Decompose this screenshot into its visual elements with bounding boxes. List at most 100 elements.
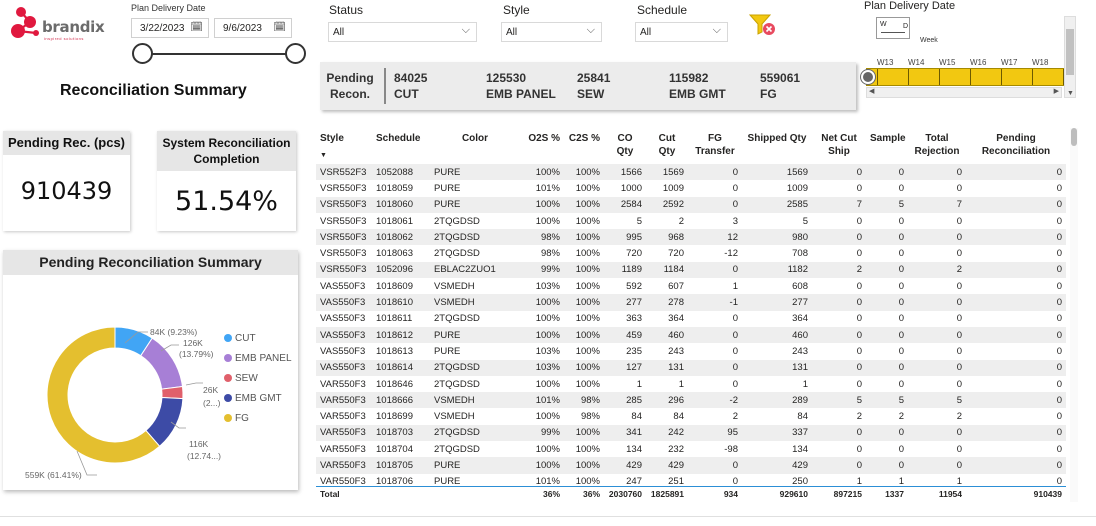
donut-slice-sew[interactable]: [161, 385, 184, 400]
column-header[interactable]: Style ▼: [316, 128, 372, 164]
table-cell: 131: [646, 359, 688, 376]
week-timeline-handle[interactable]: [861, 70, 875, 84]
slice-label-sew: 26K: [203, 385, 218, 395]
column-header[interactable]: Pending Reconciliation: [966, 128, 1066, 164]
date-range-start-handle[interactable]: [132, 43, 153, 64]
column-header[interactable]: O2S %: [520, 128, 564, 164]
table-cell: 1018059: [372, 180, 430, 197]
week-vertical-scrollbar[interactable]: ▼: [1064, 16, 1076, 98]
table-cell: 0: [812, 326, 866, 344]
slice-label-emb-gmt-pct: (12.74...): [187, 451, 221, 461]
column-header[interactable]: C2S %: [564, 128, 604, 164]
table-row[interactable]: VSR550F3 1052096 EBLAC2ZUO1 99% 100% 1189 1184…: [316, 261, 1066, 279]
table-row[interactable]: VAR550F3 1018703 2TQGDSD 99% 100% 341 242 95 337…: [316, 424, 1066, 442]
scroll-down-icon[interactable]: ▼: [1067, 90, 1074, 97]
start-date-input[interactable]: 3/22/2023 🗓: [131, 18, 209, 38]
scroll-right-icon[interactable]: ▶: [1054, 87, 1059, 95]
table-row[interactable]: VSR550F3 1018063 2TQGDSD 98% 100% 720 720 -12 70…: [316, 245, 1066, 262]
table-row[interactable]: VAS550F3 1018611 2TQGDSD 100% 100% 363 364 0 364…: [316, 310, 1066, 327]
column-header[interactable]: Cut Qty: [646, 128, 688, 164]
table-row[interactable]: VAS550F3 1018612 PURE 100% 100% 459 460 0 460 0 0 0…: [316, 326, 1066, 344]
table-row[interactable]: VAS550F3 1018610 VSMEDH 100% 100% 277 278 -1 277…: [316, 294, 1066, 311]
week-timeline-bar[interactable]: [866, 68, 1072, 86]
column-header[interactable]: CO Qty: [604, 128, 646, 164]
week-label: W15: [939, 58, 956, 67]
column-header[interactable]: Total Rejection: [908, 128, 966, 164]
end-date-input[interactable]: 9/6/2023 🗓: [214, 18, 292, 38]
legend-item[interactable]: CUT: [235, 333, 256, 344]
schedule-dropdown[interactable]: All ⌵: [635, 22, 728, 42]
sort-arrow-icon[interactable]: ▼: [320, 149, 368, 162]
column-header[interactable]: FG Transfer: [688, 128, 742, 164]
table-cell: 0: [966, 310, 1066, 327]
date-range-slider-track[interactable]: [142, 53, 296, 55]
legend-item[interactable]: EMB GMT: [235, 393, 282, 404]
table-cell: -12: [688, 245, 742, 262]
column-header[interactable]: Color: [430, 128, 520, 164]
calendar-icon[interactable]: 🗓: [273, 22, 286, 33]
pending-label: EMB PANEL: [486, 87, 556, 101]
table-cell: 1018610: [372, 294, 430, 311]
table-cell: 99%: [520, 261, 564, 279]
table-cell: 0: [966, 408, 1066, 425]
table-cell: 243: [646, 343, 688, 360]
table-cell: 0: [908, 343, 966, 360]
table-cell: 0: [866, 164, 908, 181]
week-slicer-level-toggle[interactable]: W D: [876, 17, 910, 39]
table-row[interactable]: VSR550F3 1018061 2TQGDSD 100% 100% 5 2 3 5 0 0 0 0: [316, 212, 1066, 230]
table-row[interactable]: VAR550F3 1018699 VSMEDH 100% 98% 84 84 2 84 2 2 2 0: [316, 408, 1066, 425]
table-row[interactable]: VSR550F3 1018060 PURE 100% 100% 2584 2592 0 2585…: [316, 196, 1066, 213]
style-dropdown[interactable]: All ⌵: [501, 22, 602, 42]
table-row[interactable]: VAS550F3 1018614 2TQGDSD 103% 100% 127 131 0 131…: [316, 359, 1066, 376]
table-row[interactable]: VSR552F3 1052088 PURE 100% 100% 1566 1569 0 1569…: [316, 164, 1066, 181]
table-row[interactable]: VSR550F3 1018062 2TQGDSD 98% 100% 995 968 12 980…: [316, 229, 1066, 246]
table-cell: 235: [604, 343, 646, 360]
pending-item-emb-panel: 125530 EMB PANEL: [486, 70, 556, 102]
slice-label-emb-gmt: 116K: [189, 439, 209, 449]
scrollbar-thumb[interactable]: [1071, 128, 1077, 146]
table-cell: 0: [966, 326, 1066, 344]
table-cell: 2584: [604, 196, 646, 213]
table-cell: 99%: [520, 424, 564, 442]
table-cell: 0: [688, 457, 742, 474]
legend-item[interactable]: EMB PANEL: [235, 353, 292, 364]
table-cell: 100%: [564, 375, 604, 393]
scrollbar-thumb[interactable]: [1066, 29, 1074, 75]
table-cell: 100%: [564, 441, 604, 458]
column-header[interactable]: Sample: [866, 128, 908, 164]
calendar-icon[interactable]: 🗓: [190, 22, 203, 33]
legend-item[interactable]: SEW: [235, 373, 258, 384]
table-row[interactable]: VAR550F3 1018666 VSMEDH 101% 98% 285 296 -2 289 5…: [316, 392, 1066, 409]
table-row[interactable]: VAR550F3 1018705 PURE 100% 100% 429 429 0 429 0 0 0…: [316, 457, 1066, 474]
date-range-end-handle[interactable]: [285, 43, 306, 64]
pending-label: SEW: [577, 87, 605, 101]
donut-slice-emb-panel[interactable]: [140, 337, 184, 390]
chart-title: Pending Reconciliation Summary: [3, 250, 298, 275]
table-row[interactable]: VAS550F3 1018609 VSMEDH 103% 100% 592 607 1 608 0…: [316, 278, 1066, 295]
column-header[interactable]: Shipped Qty: [742, 128, 812, 164]
table-vertical-scrollbar[interactable]: [1070, 128, 1078, 502]
table-cell: 1018062: [372, 229, 430, 246]
pending-label: FG: [760, 87, 777, 101]
table-cell: 296: [646, 392, 688, 409]
column-header[interactable]: Net Cut Ship: [812, 128, 866, 164]
legend-marker: [224, 414, 232, 422]
table-cell: 5: [866, 392, 908, 409]
table-cell: VAR550F3: [316, 424, 372, 442]
legend-item[interactable]: FG: [235, 413, 249, 424]
clear-filters-icon[interactable]: [748, 12, 778, 38]
table-cell: 0: [908, 375, 966, 393]
week-slicer-title: Plan Delivery Date: [864, 0, 956, 12]
table-row[interactable]: VAR550F3 1018646 2TQGDSD 100% 100% 1 1 0 1 0 0 0 0: [316, 375, 1066, 393]
table-row[interactable]: VAS550F3 1018613 PURE 103% 100% 235 243 0 243 0 0 0…: [316, 343, 1066, 360]
table-cell: 0: [966, 359, 1066, 376]
table-cell: 100%: [564, 278, 604, 295]
scroll-left-icon[interactable]: ◀: [869, 87, 874, 95]
week-horizontal-scrollbar[interactable]: ◀ ▶: [866, 87, 1062, 98]
table-row[interactable]: VAR550F3 1018704 2TQGDSD 100% 100% 134 232 -98 1…: [316, 441, 1066, 458]
status-dropdown[interactable]: All ⌵: [328, 22, 477, 42]
column-header[interactable]: Schedule: [372, 128, 430, 164]
table-cell: 2: [812, 261, 866, 279]
table-row[interactable]: VSR550F3 1018059 PURE 101% 100% 1000 1009 0 1009…: [316, 180, 1066, 197]
table-cell: 100%: [520, 212, 564, 230]
